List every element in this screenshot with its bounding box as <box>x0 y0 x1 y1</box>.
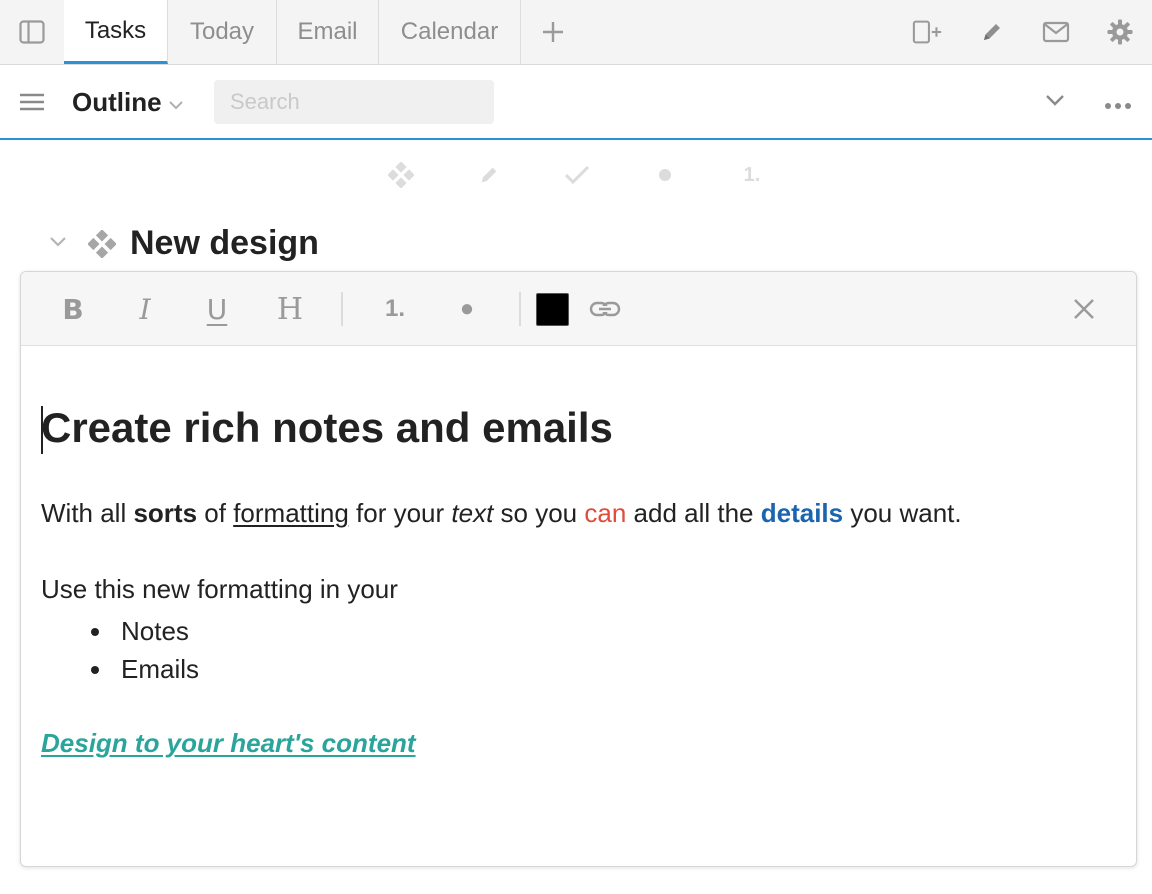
tab-calendar[interactable]: Calendar <box>379 0 521 64</box>
close-icon[interactable] <box>1067 289 1101 329</box>
underline-button[interactable]: U <box>201 289 233 329</box>
collapse-chevron-icon[interactable] <box>48 234 68 252</box>
paragraph-text: for your <box>348 498 452 528</box>
paragraph-text: With all <box>41 498 134 528</box>
tab-label: Email <box>297 18 358 45</box>
project-diamond-icon[interactable] <box>386 160 416 190</box>
list-item: Notes <box>89 612 199 650</box>
paragraph-text: you want. <box>843 498 962 528</box>
outline-header: Outline <box>0 65 1152 140</box>
rich-text-editor: B I U H 1. ● Create rich notes and email… <box>20 271 1137 867</box>
task-row[interactable]: New design <box>40 222 640 266</box>
bullet-list: Notes Emails <box>89 612 199 688</box>
underlined-text: formatting <box>233 498 349 528</box>
tabs: Tasks Today Email Calendar <box>64 0 585 64</box>
tab-email[interactable]: Email <box>277 0 379 64</box>
numbered-item-icon[interactable]: 1. <box>737 160 767 190</box>
italic-button[interactable]: I <box>129 289 161 329</box>
sidebar-toggle-icon[interactable] <box>0 0 64 64</box>
note-pencil-icon[interactable] <box>474 160 504 190</box>
gear-icon[interactable] <box>1104 16 1136 48</box>
red-text: can <box>584 498 627 528</box>
bold-button[interactable]: B <box>57 289 89 329</box>
text-color-swatch[interactable] <box>536 293 569 326</box>
tab-today[interactable]: Today <box>168 0 277 64</box>
menu-icon[interactable] <box>18 91 46 113</box>
more-options-icon[interactable] <box>1104 97 1132 115</box>
tab-label: Tasks <box>84 16 147 44</box>
tab-tasks[interactable]: Tasks <box>64 0 168 64</box>
paragraph-text: add all the <box>626 498 761 528</box>
project-diamond-icon <box>87 229 117 263</box>
tab-bar: Tasks Today Email Calendar <box>0 0 1152 65</box>
bullet-list-button[interactable]: ● <box>455 289 479 329</box>
tab-label: Today <box>189 18 255 45</box>
add-tab-button[interactable] <box>521 0 585 64</box>
plus-icon <box>543 22 563 42</box>
bold-text: sorts <box>133 498 198 528</box>
link-icon[interactable] <box>588 289 622 329</box>
note-link[interactable]: Design to your heart's content <box>41 728 416 759</box>
heading-button[interactable]: H <box>273 289 307 329</box>
paragraph-text: of <box>197 498 234 528</box>
note-line: Use this new formatting in your <box>41 574 398 604</box>
tab-label: Calendar <box>400 18 499 45</box>
chevron-down-icon[interactable] <box>168 97 184 115</box>
item-type-toolbar: 1. <box>0 160 1152 190</box>
pencil-icon[interactable] <box>976 16 1008 48</box>
task-title[interactable]: New design <box>130 224 319 263</box>
search-input[interactable] <box>214 80 494 124</box>
add-column-icon[interactable] <box>912 16 944 48</box>
toolbar-divider <box>519 292 521 326</box>
collapse-chevron-icon[interactable] <box>1044 93 1066 112</box>
task-check-icon[interactable] <box>562 160 592 190</box>
paragraph-text: so you <box>493 498 585 528</box>
blue-bold-text: details <box>760 498 844 528</box>
formatting-toolbar: B I U H 1. ● <box>21 272 1136 346</box>
note-paragraph: With all sorts of formatting for your te… <box>41 498 962 529</box>
toolbar-divider <box>341 292 343 326</box>
mail-icon[interactable] <box>1040 16 1072 48</box>
italic-text: text <box>451 498 494 528</box>
list-item: Emails <box>89 650 199 688</box>
view-title[interactable]: Outline <box>72 87 162 118</box>
note-heading: Create rich notes and emails <box>41 404 613 451</box>
ordered-list-button[interactable]: 1. <box>379 289 411 329</box>
bullet-icon[interactable] <box>650 160 680 190</box>
